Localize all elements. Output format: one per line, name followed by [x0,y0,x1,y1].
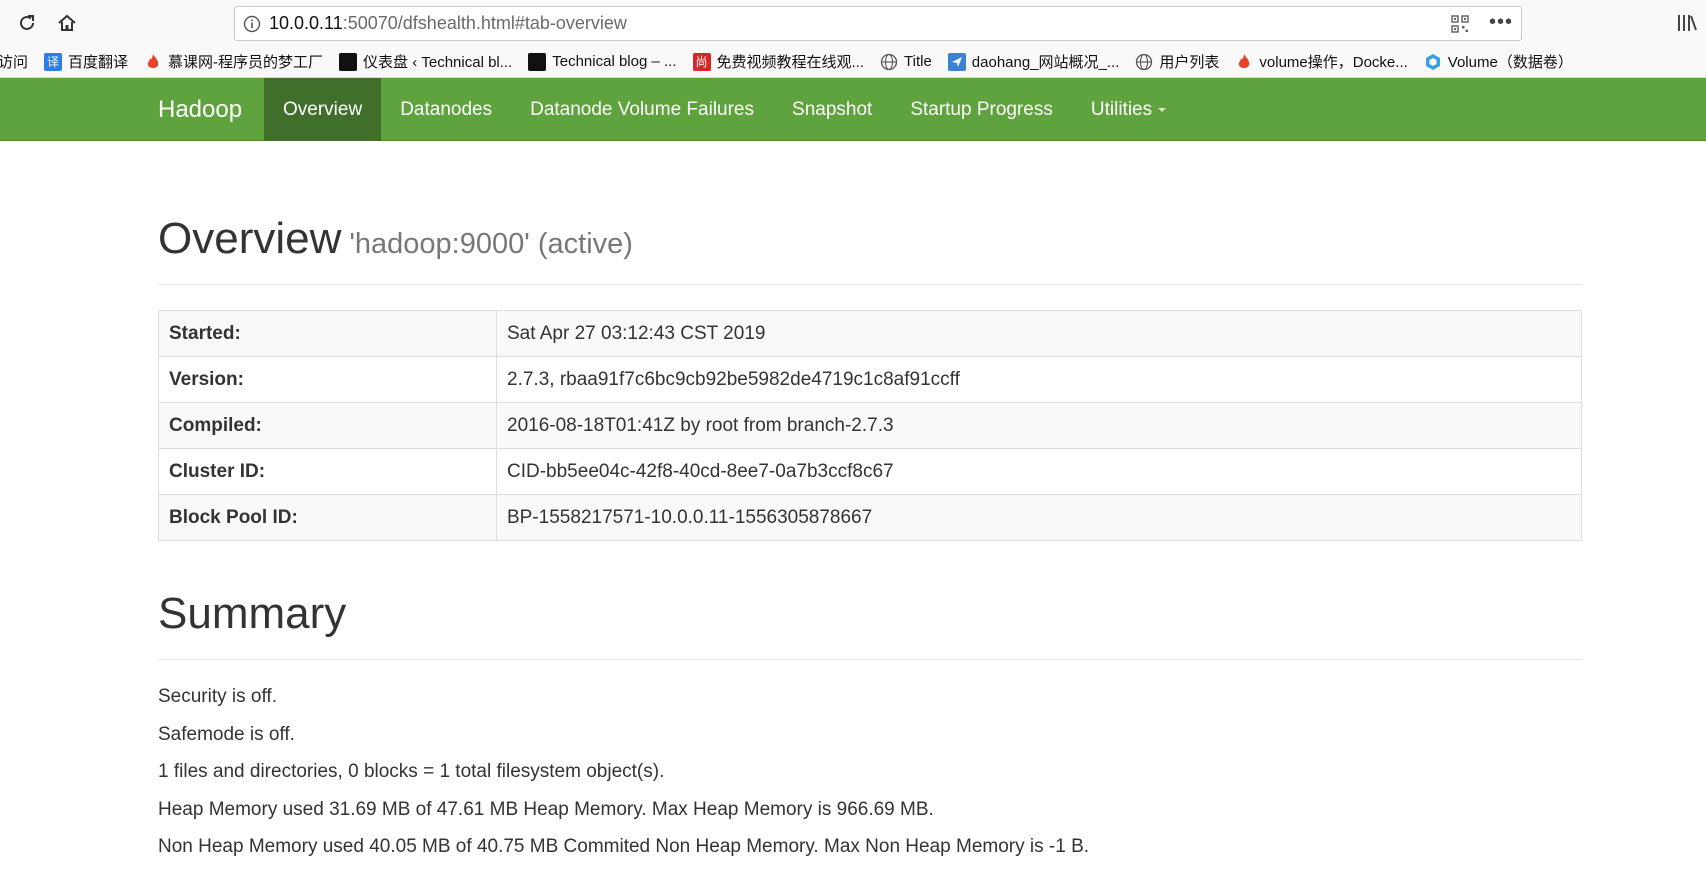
tab-datanodes[interactable]: Datanodes [381,78,511,141]
summary-line: 1 files and directories, 0 blocks = 1 to… [158,761,665,782]
tab-snapshot[interactable]: Snapshot [773,78,891,141]
table-row: Cluster ID: CID-bb5ee04c-42f8-40cd-8ee7-… [158,448,1582,495]
bookmark-item[interactable]: Volume（数据卷） [1424,51,1573,72]
bookmark-item[interactable]: Title [880,53,932,71]
plane-icon [947,52,966,71]
bookmark-label: 免费视频教程在线观... [716,54,865,71]
table-row: Version: 2.7.3, rbaa91f7c6bc9cb92be5982d… [158,356,1582,403]
hadoop-navbar: Hadoop Overview Datanodes Datanode Volum… [0,78,1706,141]
summary-line: Safemode is off. [158,723,295,745]
qr-code-icon[interactable] [1451,15,1469,33]
translate-icon: 译 [44,52,63,71]
row-key: Version: [158,356,497,403]
tab-label: Utilities [1090,99,1153,120]
bookmark-label: volume操作，Docke... [1259,54,1408,71]
table-row: Started: Sat Apr 27 03:12:43 CST 2019 [158,310,1582,357]
row-value: 2.7.3, rbaa91f7c6bc9cb92be5982de4719c1c8… [496,356,1582,403]
summary-line: Non Heap Memory used 40.05 MB of 40.75 M… [158,836,1090,857]
overview-table: Started: Sat Apr 27 03:12:43 CST 2019 Ve… [158,310,1582,541]
row-value: 2016-08-18T01:41Z by root from branch-2.… [496,402,1582,449]
summary-heading: Summary [158,589,347,638]
reload-icon[interactable] [12,9,42,37]
flame-icon [1235,53,1253,71]
summary-line: Security is off. [158,686,277,707]
row-value: BP-1558217571-10.0.0.11-1556305878667 [496,494,1582,541]
row-value: CID-bb5ee04c-42f8-40cd-8ee7-0a7b3ccf8c67 [496,448,1582,495]
bookmark-label: 慕课网-程序员的梦工厂 [168,54,324,71]
dashboard-icon [339,52,358,71]
tab-utilities-dropdown[interactable]: Utilities [1072,78,1185,141]
row-key: Cluster ID: [158,448,497,495]
nav-menu: Overview Datanodes Datanode Volume Failu… [264,78,1185,141]
row-value: Sat Apr 27 03:12:43 CST 2019 [496,310,1582,357]
page-title: Overview [158,214,342,263]
bookmark-label: Title [904,53,932,70]
url-bar[interactable]: 10.0.0.11:50070/dfshealth.html#tab-overv… [234,6,1522,41]
bookmarks-bar: 访问 译 百度翻译 慕课网-程序员的梦工厂 仪表盘 ‹ Technical bl… [0,46,1706,78]
bookmark-label: Volume（数据卷） [1447,54,1573,71]
bookmark-item[interactable]: 仪表盘 ‹ Technical bl... [339,51,512,72]
row-key: Started: [158,310,497,357]
bookmark-label: 百度翻译 [68,54,129,71]
blog-icon [528,52,547,71]
summary-line: Heap Memory used 31.69 MB of 47.61 MB He… [158,798,934,820]
url-text[interactable]: 10.0.0.11:50070/dfshealth.html#tab-overv… [269,13,627,34]
tab-overview[interactable]: Overview [264,78,382,141]
url-host: 10.0.0.11 [269,13,343,33]
bookmark-item[interactable]: volume操作，Docke... [1235,51,1408,72]
bookmark-label: Technical blog – ... [552,53,677,70]
bookmark-label: 用户列表 [1159,54,1220,71]
cube-icon [1424,53,1442,71]
tab-label: Overview [283,99,363,120]
url-path: :50070/dfshealth.html#tab-overview [342,13,627,33]
tab-startup-progress[interactable]: Startup Progress [891,78,1072,141]
row-key: Compiled: [158,402,497,449]
main-content: Overview'hadoop:9000' (active) Started: … [158,141,1582,872]
tab-label: Startup Progress [910,99,1053,120]
tab-label: Snapshot [792,99,873,120]
globe-icon [880,53,898,71]
summary-list: Security is off. Safemode is off. 1 file… [158,684,1582,872]
bookmark-item[interactable]: 尚 免费视频教程在线观... [692,51,865,72]
bookmark-label: daohang_网站概况_... [971,54,1120,71]
site-info-icon[interactable] [235,7,269,40]
bookmark-item[interactable]: 译 百度翻译 [44,51,128,72]
tab-label: Datanodes [400,99,493,120]
flame-icon [144,53,162,71]
bookmark-item[interactable]: 访问 [0,51,28,72]
table-row: Block Pool ID: BP-1558217571-10.0.0.11-1… [158,494,1582,541]
tab-datanode-volume-failures[interactable]: Datanode Volume Failures [511,78,773,141]
library-icon[interactable] [1676,12,1698,34]
tab-label: Datanode Volume Failures [530,99,755,120]
table-row: Compiled: 2016-08-18T01:41Z by root from… [158,402,1582,449]
home-icon[interactable] [52,9,82,37]
summary-header: Summary [158,589,1582,660]
row-key: Block Pool ID: [158,494,497,541]
bookmark-label: 仪表盘 ‹ Technical bl... [363,54,513,71]
caret-down-icon [1158,107,1167,112]
bookmark-item[interactable]: Technical blog – ... [528,52,677,71]
bookmark-label: 访问 [0,54,29,71]
page-actions-button[interactable]: ••• [1489,11,1513,34]
overview-header: Overview'hadoop:9000' (active) [158,214,1582,285]
overview-heading: Overview'hadoop:9000' (active) [158,214,1582,264]
browser-toolbar: 10.0.0.11:50070/dfshealth.html#tab-overv… [0,0,1706,46]
namenode-status: 'hadoop:9000' (active) [349,228,633,260]
bookmark-item[interactable]: daohang_网站概况_... [947,51,1120,72]
globe-icon [1135,53,1153,71]
bookmark-item[interactable]: 慕课网-程序员的梦工厂 [144,51,323,72]
shang-icon: 尚 [692,52,711,71]
brand-link[interactable]: Hadoop [158,78,242,141]
bookmark-item[interactable]: 用户列表 [1135,51,1219,72]
